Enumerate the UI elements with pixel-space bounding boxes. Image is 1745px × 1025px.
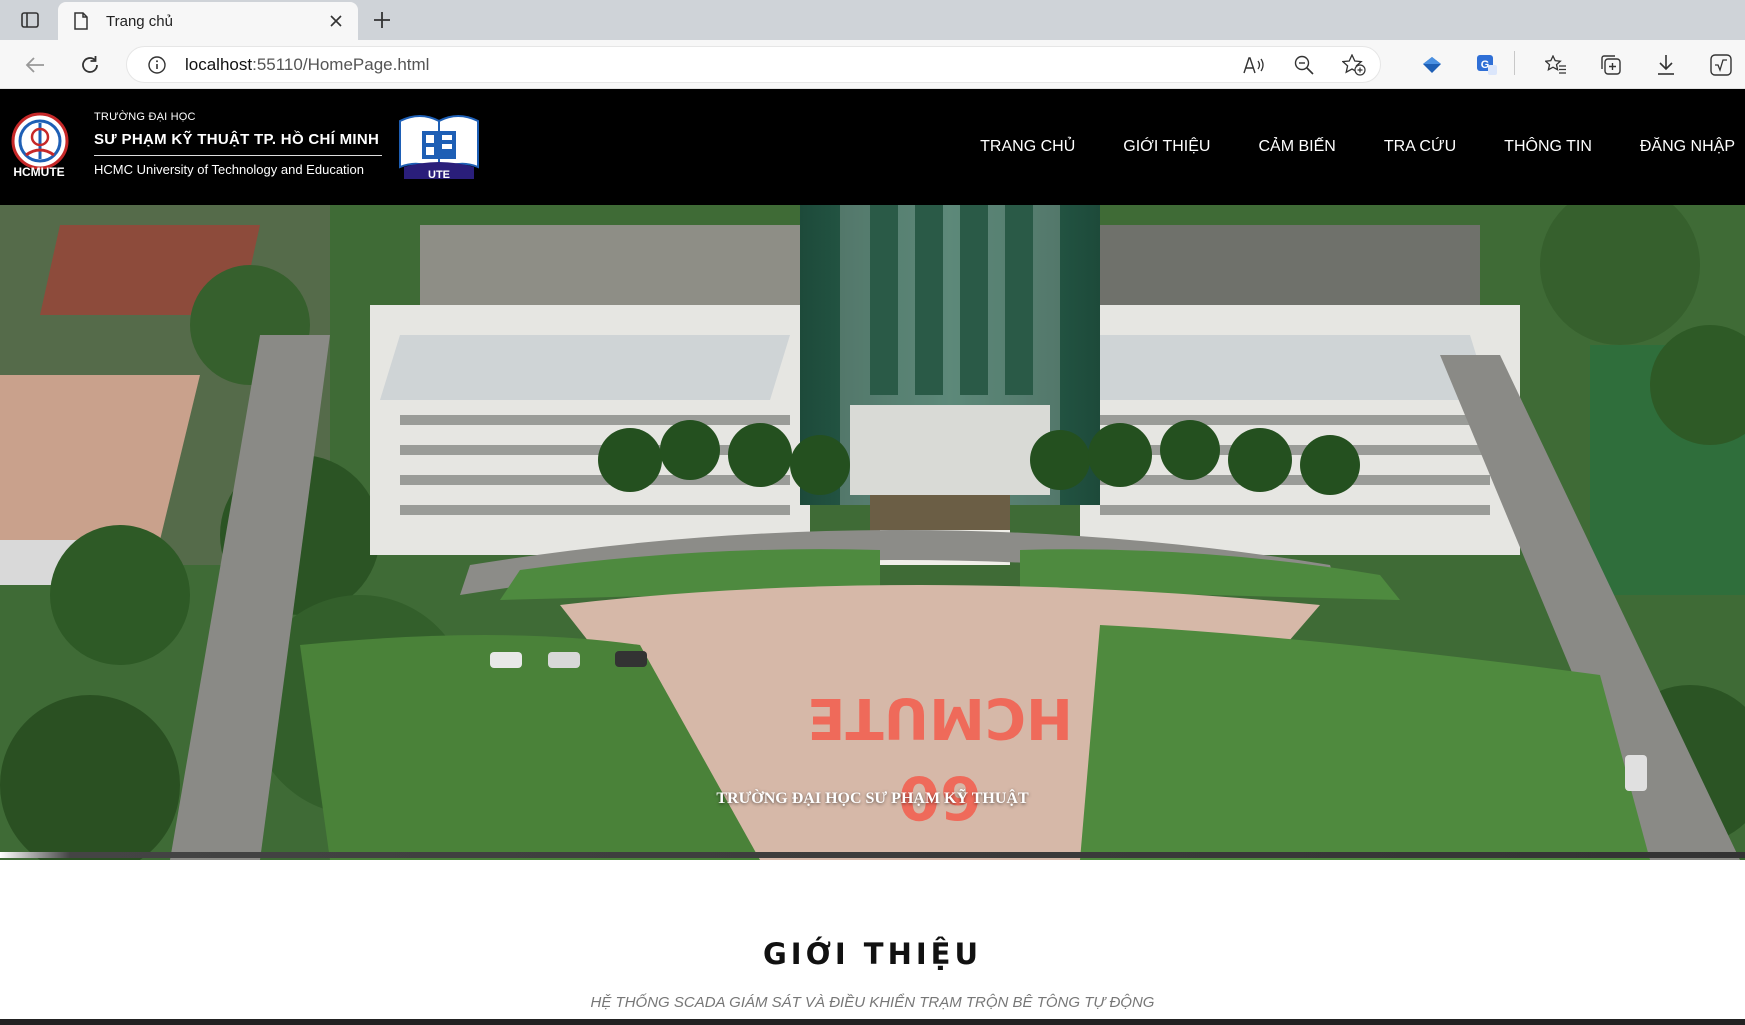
nav-gioi-thieu[interactable]: GIỚI THIỆU [1123,138,1210,156]
refresh-icon[interactable] [76,51,104,79]
university-name: SƯ PHẠM KỸ THUẬT TP. HỒ CHÍ MINH [94,131,380,148]
favorites-icon[interactable] [1542,51,1570,79]
university-name-block: TRƯỜNG ĐẠI HỌC SƯ PHẠM KỸ THUẬT TP. HỒ C… [94,111,382,177]
campus-aerial-illustration: HCMUTE 60 [0,205,1745,860]
new-tab-button[interactable] [368,6,396,34]
browser-tab[interactable]: Trang chủ [58,2,358,40]
nav-thong-tin[interactable]: THÔNG TIN [1504,138,1592,156]
add-favorite-icon[interactable] [1342,53,1366,77]
hero-bottom-bar [0,852,1745,858]
intro-subtitle: HỆ THỐNG SCADA GIÁM SÁT VÀ ĐIỀU KHIỂN TR… [590,994,1155,1011]
bottom-strip [0,1019,1745,1025]
intro-title: GIỚI THIỆU [762,937,982,971]
url-text[interactable]: localhost:55110/HomePage.html [185,55,429,75]
nav-cam-bien[interactable]: CẢM BIẾN [1258,138,1335,156]
ute-logo[interactable]: UTE [396,107,482,183]
back-arrow-icon[interactable] [21,51,49,79]
site-header: HCMUTE TRƯỜNG ĐẠI HỌC SƯ PHẠM KỸ THUẬT T… [0,89,1745,205]
divider [94,155,382,156]
tab-actions-icon[interactable] [16,8,44,32]
extension-diamond-icon[interactable] [1418,51,1446,79]
math-solver-icon[interactable] [1707,51,1735,79]
translate-icon[interactable]: G [1473,51,1501,79]
university-label-small: TRƯỜNG ĐẠI HỌC [94,111,196,123]
hero-caption: TRƯỜNG ĐẠI HỌC SƯ PHẠM KỸ THUẬT [716,790,1029,807]
hcmute-logo-caption: HCMUTE [13,165,65,179]
hero-ground-text: HCMUTE [807,685,1073,750]
browser-tab-bar: Trang chủ [0,0,1745,40]
nav-tra-cuu[interactable]: TRA CỨU [1384,138,1456,156]
nav-dang-nhap[interactable]: ĐĂNG NHẬP [1640,138,1735,156]
university-name-english: HCMC University of Technology and Educat… [94,162,365,177]
read-aloud-icon[interactable] [1242,53,1266,77]
collections-icon[interactable] [1597,51,1625,79]
ute-logo-label: UTE [428,169,450,181]
hero-campus-image: HCMUTE 60 [0,205,1745,860]
nav-trang-chu[interactable]: TRANG CHỦ [980,138,1075,156]
address-bar[interactable]: localhost:55110/HomePage.html [126,46,1381,83]
tab-title: Trang chủ [106,12,173,30]
info-icon[interactable] [147,55,167,75]
svg-text:G: G [1481,59,1490,71]
hcmute-logo[interactable] [10,111,70,191]
close-icon[interactable] [326,11,346,31]
zoom-out-icon[interactable] [1292,53,1316,77]
page-icon [74,11,92,31]
browser-toolbar: localhost:55110/HomePage.html G [0,40,1745,89]
downloads-icon[interactable] [1652,51,1680,79]
main-navigation: TRANG CHỦ GIỚI THIỆU CẢM BIẾN TRA CỨU TH… [932,89,1735,205]
toolbar-divider [1514,51,1515,75]
